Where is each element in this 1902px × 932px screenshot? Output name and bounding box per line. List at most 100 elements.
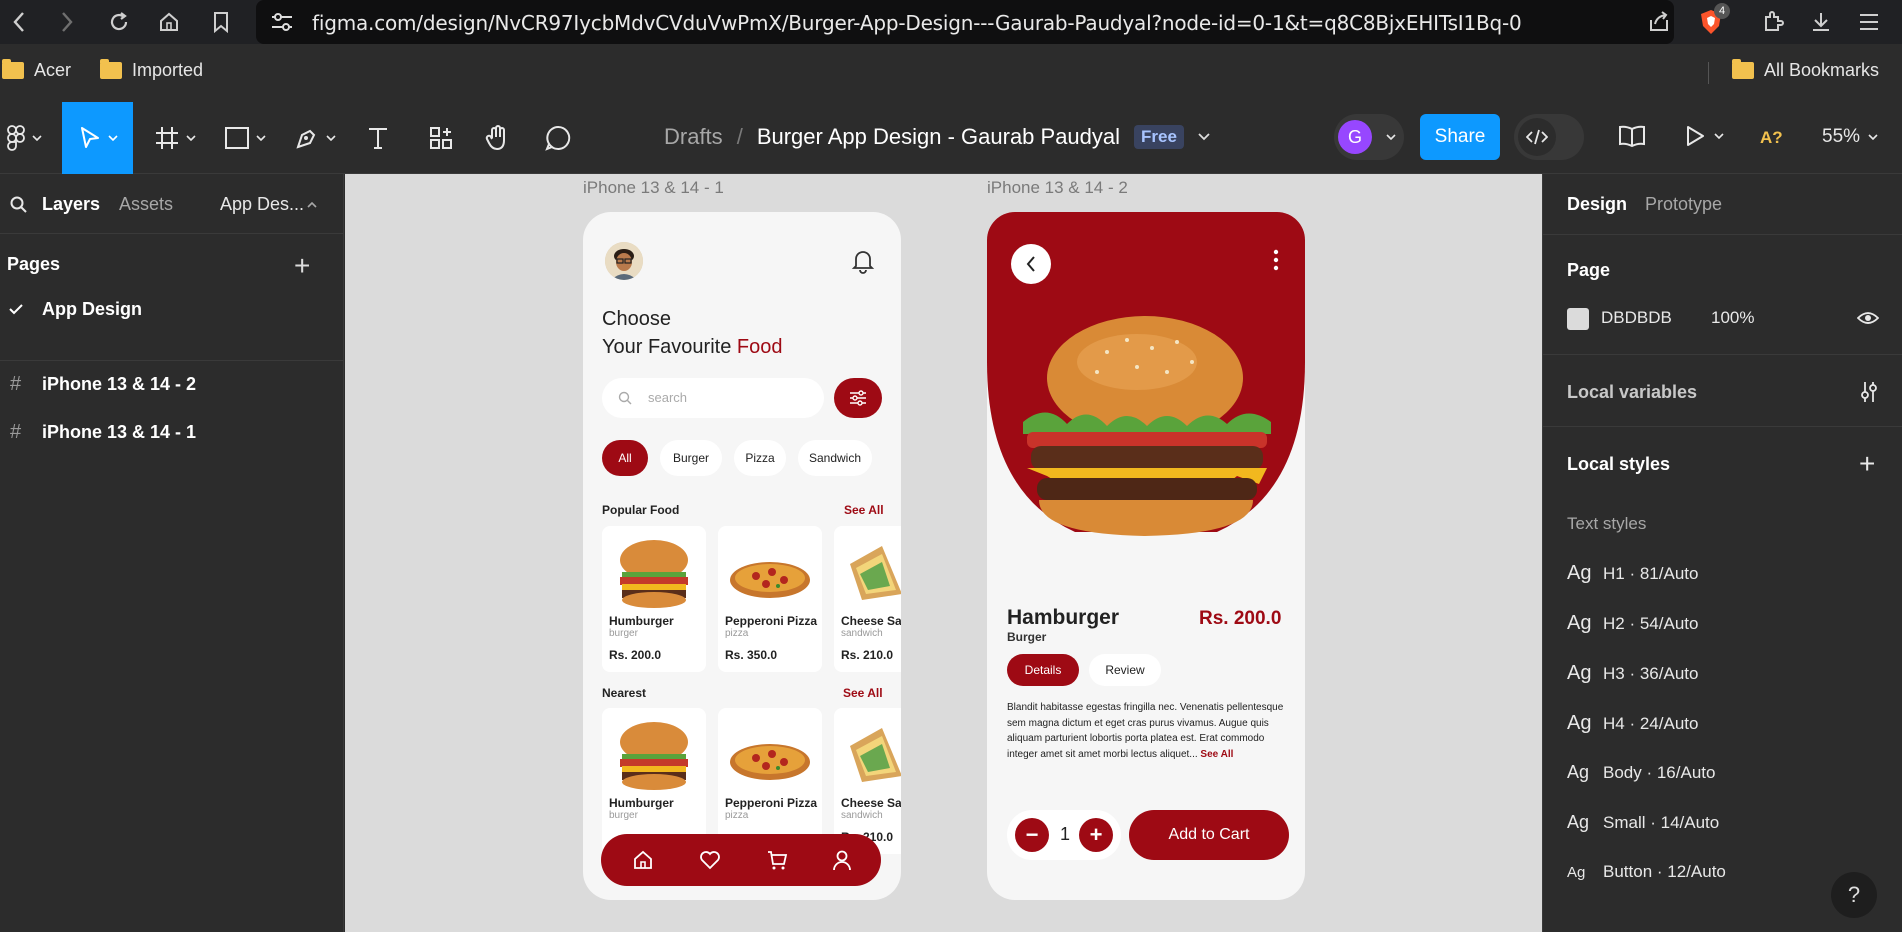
text-style-icon: Ag <box>1567 762 1590 782</box>
user-avatar[interactable]: G <box>1338 120 1372 154</box>
frame-iphone-1[interactable]: Choose Your Favourite Food search All Bu… <box>583 212 901 900</box>
download-icon[interactable] <box>1808 9 1834 35</box>
text-style-h4[interactable]: Ag H4 · 24/Auto <box>1567 712 1698 735</box>
text-tool[interactable] <box>366 124 390 152</box>
product-description: Blandit habitasse egestas fringilla nec.… <box>1007 700 1287 762</box>
chip-pizza: Pizza <box>734 440 786 476</box>
food-category: sandwich <box>841 810 883 821</box>
figma-logo-icon <box>7 125 25 151</box>
frame-label-1[interactable]: iPhone 13 & 14 - 1 <box>583 178 724 198</box>
file-name[interactable]: Burger App Design - Gaurab Paudyal <box>757 124 1120 150</box>
folder-icon <box>1732 59 1754 79</box>
text-style-label: H4 · 24/Auto <box>1603 714 1698 734</box>
frame-tool[interactable] <box>154 124 196 152</box>
text-style-name: Body <box>1603 763 1642 782</box>
hand-tool[interactable] <box>484 124 512 152</box>
text-styles-heading: Text styles <box>1567 514 1647 533</box>
layer-iphone-2[interactable]: # iPhone 13 & 14 - 2 <box>0 364 344 404</box>
frame-hash-icon: # <box>10 420 22 443</box>
bookmark-imported[interactable]: Imported <box>100 59 203 81</box>
page-opacity-value[interactable]: 100% <box>1711 308 1754 328</box>
text-style-small[interactable]: Ag Small · 14/Auto <box>1567 812 1719 833</box>
move-tool[interactable] <box>62 102 133 174</box>
tab-layers[interactable]: Layers <box>42 194 100 215</box>
text-style-spec: · 16/Auto <box>1641 763 1716 782</box>
present-button[interactable] <box>1684 124 1724 148</box>
local-styles-heading: Local styles <box>1567 454 1671 474</box>
local-variables-heading[interactable]: Local variables <box>1567 382 1697 403</box>
layer-iphone-1[interactable]: # iPhone 13 & 14 - 1 <box>0 412 344 452</box>
main-menu[interactable] <box>6 124 42 152</box>
zoom-control[interactable]: 55% <box>1822 126 1878 148</box>
back-icon[interactable] <box>6 9 32 35</box>
divider <box>1543 234 1902 235</box>
text-style-label: Button · 12/Auto <box>1603 862 1726 882</box>
divider <box>0 360 344 361</box>
page-item-app-design[interactable]: App Design <box>0 292 344 326</box>
chevron-down-icon <box>107 135 118 141</box>
home-icon[interactable] <box>156 9 182 35</box>
home-icon <box>630 847 656 873</box>
menu-icon[interactable] <box>1856 9 1882 35</box>
search-icon[interactable] <box>10 196 28 214</box>
dev-mode-toggle[interactable] <box>1514 114 1584 160</box>
breadcrumb-drafts[interactable]: Drafts <box>664 124 723 150</box>
text-style-name: H3 <box>1603 664 1625 683</box>
text-style-icon: Ag <box>1567 712 1592 734</box>
bookmark-acer[interactable]: Acer <box>2 59 71 81</box>
share-button[interactable]: Share <box>1420 114 1500 160</box>
add-style-icon[interactable]: + <box>1859 448 1875 480</box>
see-all-link: See All <box>843 686 883 700</box>
browser-toolbar: figma.com/design/NvCR97IycbMdvCVduVwPmX/… <box>0 0 1902 44</box>
back-button <box>1011 244 1051 284</box>
chevron-down-icon[interactable] <box>1198 133 1210 141</box>
food-price: Rs. 200.0 <box>609 648 662 662</box>
shape-tool[interactable] <box>224 124 266 152</box>
text-style-h2[interactable]: Ag H2 · 54/Auto <box>1567 612 1698 635</box>
site-settings-icon[interactable] <box>270 11 294 33</box>
text-style-name: H2 <box>1603 614 1625 633</box>
variables-adjust-icon[interactable] <box>1859 380 1879 404</box>
profile-icon <box>829 847 855 873</box>
chevron-down-icon <box>1714 133 1724 139</box>
missing-fonts-warning[interactable]: A? <box>1760 128 1783 148</box>
all-bookmarks[interactable]: All Bookmarks <box>1732 59 1879 81</box>
bookmark-icon[interactable] <box>208 9 234 35</box>
help-button[interactable]: ? <box>1831 872 1877 918</box>
pen-tool[interactable] <box>294 124 336 152</box>
resources-tool[interactable] <box>428 124 454 152</box>
forward-icon[interactable] <box>54 9 80 35</box>
canvas[interactable]: iPhone 13 & 14 - 1 iPhone 13 & 14 - 2 Ch… <box>345 174 1542 932</box>
popular-heading: Popular Food <box>602 503 680 517</box>
frame-label-2[interactable]: iPhone 13 & 14 - 2 <box>987 178 1128 198</box>
comment-tool[interactable] <box>544 124 572 152</box>
url-text[interactable]: figma.com/design/NvCR97IycbMdvCVduVwPmX/… <box>312 11 1522 35</box>
frame-hash-icon <box>156 127 178 149</box>
text-style-h1[interactable]: Ag H1 · 81/Auto <box>1567 562 1698 585</box>
page-dropdown[interactable]: App Des... <box>220 194 304 215</box>
share-page-icon[interactable] <box>1646 9 1672 35</box>
text-style-h3[interactable]: Ag H3 · 36/Auto <box>1567 662 1698 685</box>
text-style-button[interactable]: Ag Button · 12/Auto <box>1567 862 1726 882</box>
page-color-value[interactable]: DBDBDB <box>1601 308 1672 328</box>
text-style-name: Button <box>1603 862 1653 881</box>
page-color-swatch[interactable] <box>1567 308 1589 330</box>
see-all-link: See All <box>1200 748 1234 760</box>
text-style-body[interactable]: Ag Body · 16/Auto <box>1567 762 1715 783</box>
text-style-name: H4 <box>1603 714 1625 733</box>
eye-icon[interactable] <box>1857 310 1879 326</box>
frame-iphone-2[interactable]: Hamburger Burger Rs. 200.0 Details Revie… <box>987 212 1305 900</box>
chevron-up-icon[interactable] <box>307 202 317 208</box>
tab-design[interactable]: Design <box>1567 194 1627 215</box>
plan-badge[interactable]: Free <box>1134 125 1184 149</box>
address-bar[interactable]: figma.com/design/NvCR97IycbMdvCVduVwPmX/… <box>256 0 1674 44</box>
tab-assets[interactable]: Assets <box>119 194 173 215</box>
library-icon[interactable] <box>1618 124 1646 148</box>
food-card: Humburger burger Rs. 200.0 <box>602 526 706 672</box>
reload-icon[interactable] <box>106 9 132 35</box>
add-page-icon[interactable]: + <box>294 250 310 282</box>
extensions-icon[interactable] <box>1760 9 1786 35</box>
add-to-cart-button: Add to Cart <box>1129 810 1289 860</box>
tab-prototype[interactable]: Prototype <box>1645 194 1722 215</box>
chevron-down-icon <box>326 135 336 141</box>
